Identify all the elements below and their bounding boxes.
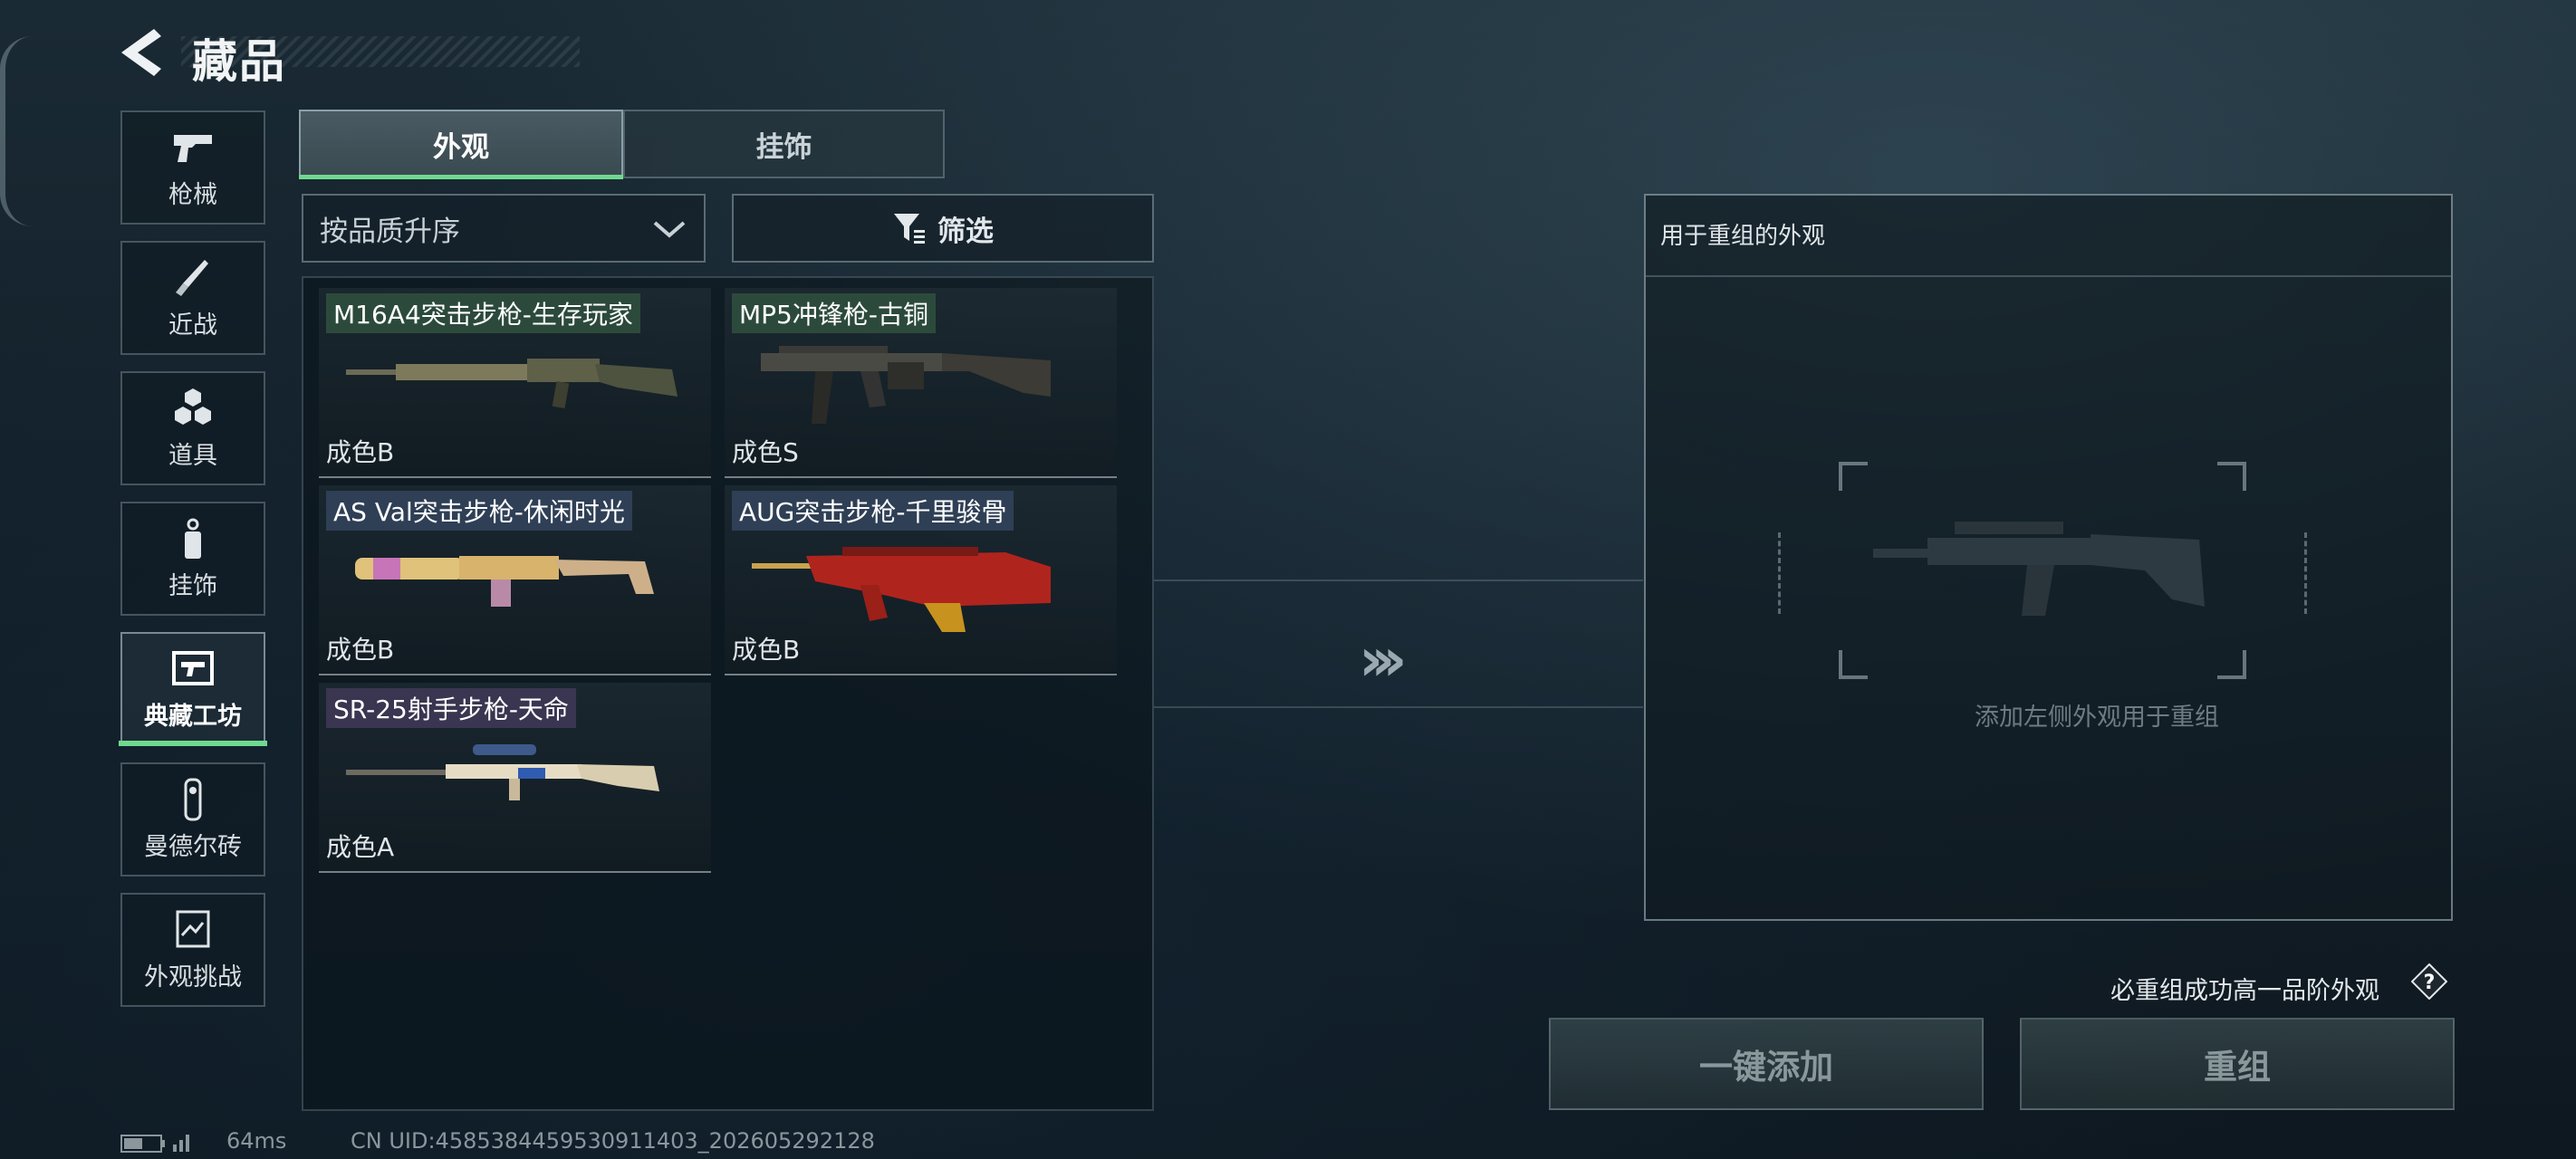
slot-bracket-left — [1778, 532, 1783, 614]
skin-grade: 成色S — [732, 437, 799, 467]
battery-icon — [120, 1132, 193, 1157]
skin-card-sr25[interactable]: SR-25射手步枪-天命 成色A — [319, 683, 711, 873]
slot-bracket-right — [2304, 532, 2310, 614]
pistol-icon — [174, 134, 212, 162]
screen-edge-decor — [0, 36, 33, 226]
nav-label: 枪械 — [168, 180, 217, 209]
brick-icon — [184, 778, 202, 820]
skin-card-mp5[interactable]: MP5冲锋枪-古铜 成色S — [725, 288, 1117, 478]
nav-label: 道具 — [168, 441, 217, 470]
filter-icon — [894, 214, 925, 244]
sort-dropdown[interactable]: 按品质升序 — [302, 194, 706, 263]
rifle-image — [346, 359, 678, 409]
rifle-image — [355, 556, 654, 607]
recombine-label: 重组 — [2204, 1048, 2271, 1087]
skin-card-aug[interactable]: AUG突击步枪-千里骏骨 成色B — [725, 485, 1117, 675]
rifle-image — [346, 744, 659, 800]
challenge-icon — [176, 910, 210, 947]
grenades-icon — [175, 388, 211, 425]
knife-icon — [176, 259, 208, 296]
nav-label: 近战 — [168, 311, 217, 340]
skin-grade: 成色B — [326, 437, 395, 467]
smg-image — [761, 346, 1051, 424]
skin-name: SR-25射手步枪-天命 — [326, 688, 576, 728]
workshop-icon — [172, 650, 214, 685]
back-arrow-icon — [121, 29, 161, 76]
recombine-button[interactable]: 重组 — [2020, 1018, 2455, 1110]
nav-active-indicator — [119, 741, 267, 746]
chevron-down-icon — [653, 221, 686, 238]
nav-label: 曼德尔砖 — [144, 832, 242, 861]
nav-label: 挂饰 — [168, 571, 217, 600]
chevrons-right-icon: ››› — [1359, 625, 1407, 694]
connector-line — [1154, 706, 1643, 708]
rifle-placeholder-icon — [1873, 522, 2205, 616]
tab-charms[interactable]: 挂饰 — [623, 110, 945, 178]
nav-label: 外观挑战 — [144, 963, 242, 991]
nav-item-charms[interactable]: 挂饰 — [120, 502, 265, 616]
skin-grade: 成色B — [732, 635, 801, 665]
guarantee-text: 必重组成功高一品阶外观 — [2110, 977, 2379, 1005]
recombine-hint: 添加左侧外观用于重组 — [1975, 704, 2219, 732]
charm-icon — [185, 518, 201, 559]
skin-card-as-val[interactable]: AS Val突击步枪-休闲时光 成色B — [319, 485, 711, 675]
tab-active-indicator — [299, 175, 623, 179]
back-button[interactable] — [118, 27, 165, 78]
skin-name: AS Val突击步枪-休闲时光 — [326, 491, 632, 531]
tab-skins[interactable]: 外观 — [299, 110, 623, 178]
rifle-image — [752, 547, 1051, 632]
uid-readout: CN UID:4585384459530911403_202605292128 — [351, 1128, 875, 1154]
recombine-panel-title: 用于重组的外观 — [1660, 223, 1826, 250]
connector-line — [1154, 580, 1643, 581]
svg-text:?: ? — [2424, 972, 2436, 994]
help-button[interactable]: ? — [2410, 963, 2448, 1001]
nav-item-workshop[interactable]: 典藏工坊 — [120, 632, 265, 746]
sort-label: 按品质升序 — [320, 215, 460, 248]
filter-label: 筛选 — [937, 215, 994, 248]
recombine-slot[interactable] — [1839, 462, 2246, 679]
skin-grade: 成色B — [326, 635, 395, 665]
one-click-add-label: 一键添加 — [1699, 1048, 1833, 1087]
filter-button[interactable]: 筛选 — [732, 194, 1154, 263]
nav-item-melee[interactable]: 近战 — [120, 241, 265, 355]
skin-card-m16a4[interactable]: M16A4突击步枪-生存玩家 成色B — [319, 288, 711, 478]
skin-name: M16A4突击步枪-生存玩家 — [326, 293, 640, 333]
skin-name: MP5冲锋枪-古铜 — [732, 293, 936, 333]
skin-name: AUG突击步枪-千里骏骨 — [732, 491, 1014, 531]
nav-item-firearms[interactable]: 枪械 — [120, 110, 265, 225]
page-title: 藏品 — [192, 35, 286, 88]
skin-grade: 成色A — [326, 832, 395, 862]
nav-item-gadgets[interactable]: 道具 — [120, 371, 265, 485]
nav-item-mandel-brick[interactable]: 曼德尔砖 — [120, 762, 265, 876]
ping-readout: 64ms — [226, 1128, 287, 1154]
one-click-add-button[interactable]: 一键添加 — [1549, 1018, 1984, 1110]
nav-item-skin-challenge[interactable]: 外观挑战 — [120, 893, 265, 1007]
question-icon: ? — [2410, 963, 2448, 1001]
nav-label: 典藏工坊 — [144, 702, 242, 731]
